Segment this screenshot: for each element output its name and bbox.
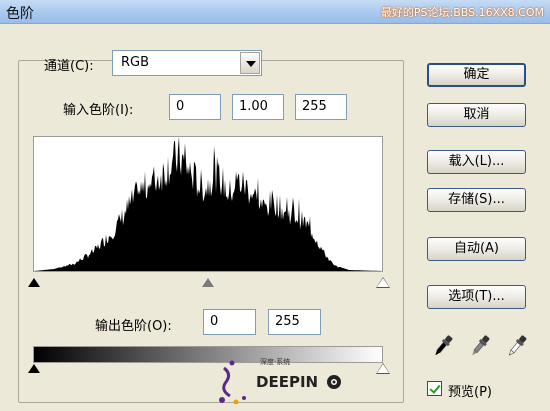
- cancel-button[interactable]: 取消: [427, 103, 526, 127]
- watermark-text: 最好的PS论坛:BBS.16XX8.COM: [380, 6, 544, 19]
- output-black-field[interactable]: 0: [203, 309, 256, 335]
- eyedropper-black-icon[interactable]: [432, 333, 454, 359]
- eyedropper-white-icon[interactable]: [506, 333, 528, 359]
- ok-button[interactable]: 确定: [427, 63, 526, 87]
- input-white-field[interactable]: 255: [295, 94, 347, 120]
- input-levels-label: 输入色阶(I):: [63, 103, 134, 118]
- input-white-slider[interactable]: [376, 277, 390, 288]
- output-white-field[interactable]: 255: [268, 309, 321, 335]
- auto-button[interactable]: 自动(A): [427, 237, 526, 261]
- input-black-slider[interactable]: [28, 278, 40, 287]
- chevron-down-icon[interactable]: [240, 52, 260, 74]
- levels-dialog: 色阶 最好的PS论坛:BBS.16XX8.COM 通道(C): RGB 输入色阶…: [0, 0, 550, 411]
- channel-value: RGB: [121, 55, 150, 70]
- input-gamma-slider[interactable]: [202, 278, 214, 287]
- window-title: 色阶: [6, 6, 34, 22]
- deepin-logo: 深度·系统 DEEPIN: [214, 356, 344, 406]
- preview-label[interactable]: 预览(P): [448, 381, 492, 400]
- channel-label: 通道(C):: [44, 59, 94, 74]
- eyedropper-gray-icon[interactable]: [469, 333, 491, 359]
- load-button[interactable]: 载入(L)...: [427, 150, 526, 174]
- save-button[interactable]: 存储(S)...: [427, 188, 526, 212]
- channel-select[interactable]: RGB: [112, 50, 262, 76]
- logo-disc-icon: [327, 375, 341, 389]
- logo-brand: DEEPIN: [256, 373, 319, 391]
- logo-caption: 深度·系统: [260, 358, 291, 366]
- output-white-slider[interactable]: [376, 363, 390, 374]
- histogram-chart: [34, 137, 382, 271]
- histogram: [33, 136, 383, 272]
- preview-checkbox[interactable]: [427, 381, 442, 396]
- deepin-swirl-icon: [219, 360, 246, 404]
- input-black-field[interactable]: 0: [169, 94, 221, 120]
- input-gamma-field[interactable]: 1.00: [232, 94, 284, 120]
- options-button[interactable]: 选项(T)...: [427, 285, 526, 309]
- histogram-shape: [34, 137, 382, 271]
- output-levels-label: 输出色阶(O):: [95, 319, 172, 334]
- title-bar: 色阶 最好的PS论坛:BBS.16XX8.COM: [0, 0, 550, 24]
- output-black-slider[interactable]: [28, 364, 40, 373]
